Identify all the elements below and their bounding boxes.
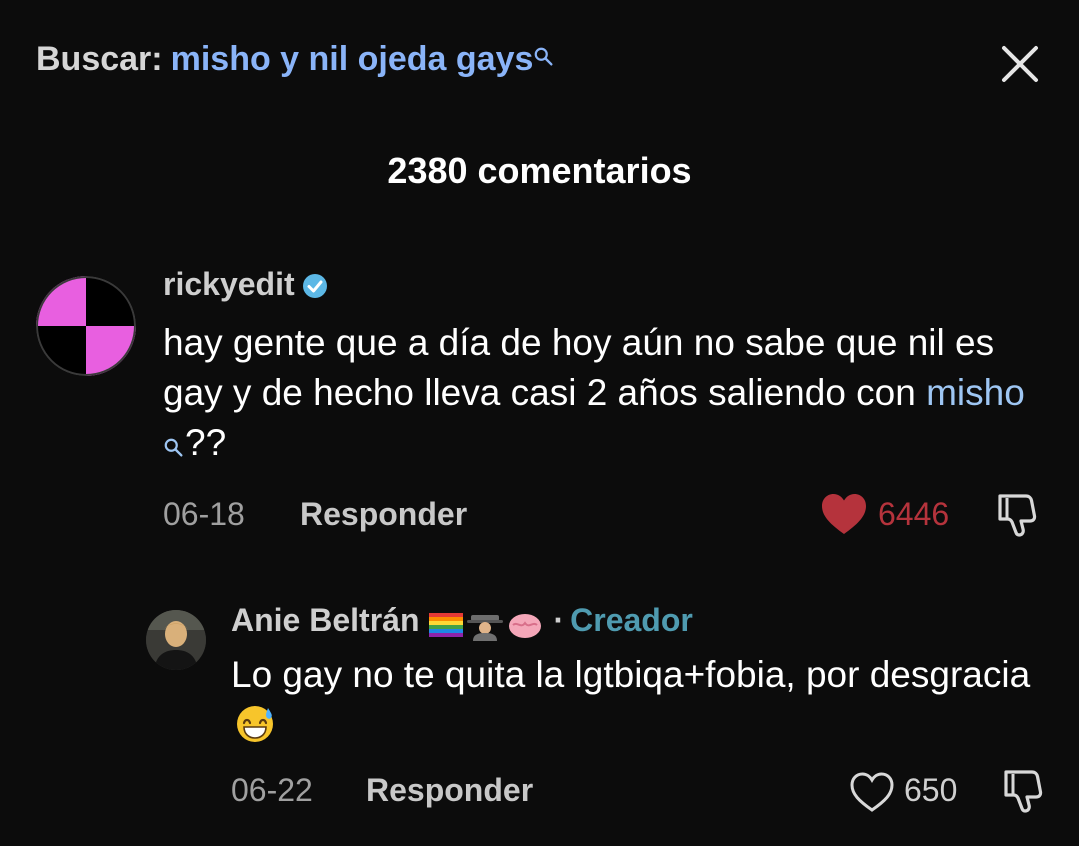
reply-button[interactable]: Responder <box>366 772 533 809</box>
avatar[interactable] <box>146 610 206 670</box>
search-prefix: Buscar: <box>36 40 163 78</box>
comments-count: 2380 comentarios <box>387 150 692 191</box>
grinning-sweat-emoji-icon <box>235 704 275 744</box>
rainbow-flag-icon <box>429 612 464 637</box>
creator-badge: Creador <box>570 602 693 638</box>
heart-icon[interactable] <box>820 492 868 536</box>
like-count: 650 <box>904 772 958 808</box>
reply-text: Lo gay no te quita la lgtbiqa+fobia, por… <box>231 650 1031 750</box>
reply-username-row: Anie Beltrán · Creador <box>231 602 693 641</box>
comment-username[interactable]: rickyedit <box>163 266 329 303</box>
close-icon[interactable] <box>996 40 1044 88</box>
verified-badge-icon <box>301 271 329 299</box>
flair-icons <box>427 604 547 641</box>
mention-link[interactable]: misho <box>926 372 1025 413</box>
reply-text-content: Lo gay no te quita la lgtbiqa+fobia, por… <box>231 654 1031 695</box>
comment-text: hay gente que a día de hoy aún no sabe q… <box>163 318 1043 468</box>
search-header: Buscar: misho y nil ojeda gays <box>0 0 1079 130</box>
like-count: 6446 <box>878 496 950 532</box>
dislike-icon[interactable] <box>998 766 1048 816</box>
brain-icon <box>509 613 542 638</box>
dislike-icon[interactable] <box>992 490 1042 540</box>
separator: · <box>553 602 565 638</box>
avatar[interactable] <box>36 276 136 376</box>
search-icon[interactable] <box>533 38 555 66</box>
comment-date: 06-18 <box>163 496 245 532</box>
heart-outline-icon[interactable] <box>848 770 896 814</box>
search-icon[interactable] <box>163 422 185 457</box>
search-query-link[interactable]: misho y nil ojeda gays <box>171 40 534 78</box>
reply-button[interactable]: Responder <box>300 496 467 533</box>
comment-text-after: ?? <box>185 422 227 463</box>
comment-text-before: hay gente que a día de hoy aún no sabe q… <box>163 322 995 413</box>
reply-date: 06-22 <box>231 772 313 808</box>
detective-icon <box>467 614 504 641</box>
reply-username[interactable]: Anie Beltrán <box>231 602 419 638</box>
username-text[interactable]: rickyedit <box>163 266 295 302</box>
search-bar[interactable]: Buscar: misho y nil ojeda gays <box>36 40 555 79</box>
